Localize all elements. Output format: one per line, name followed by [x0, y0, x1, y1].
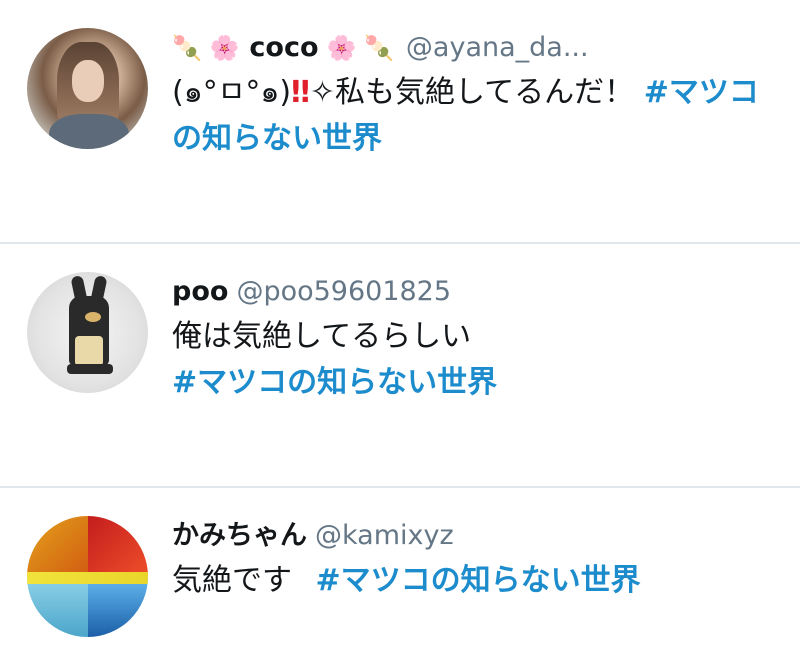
tweet-content: 🍡 🌸 coco 🌸 🍡 @ayana_da... (๑°ㅁ°๑)‼✧私も気絶し… [172, 28, 780, 162]
tweet-item[interactable]: poo @poo59601825 俺は気絶してるらしい #マツコの知らない世界 [0, 244, 800, 487]
tweet-header: poo @poo59601825 [172, 272, 780, 312]
user-handle[interactable]: @poo59601825 [236, 272, 451, 312]
hashtag-link[interactable]: #マツコの知らない世界 [316, 563, 641, 598]
avatar[interactable] [27, 272, 148, 393]
tweet-text-body: 俺は気絶してるらしい [172, 319, 472, 354]
tweet-item[interactable]: かみちゃん @kamixyz 気絶です #マツコの知らない世界 [0, 488, 800, 669]
tweet-text: (๑°ㅁ°๑)‼✧私も気絶してるんだ！ #マツコの知らない世界 [172, 70, 780, 162]
tweet-content: かみちゃん @kamixyz 気絶です #マツコの知らない世界 [172, 516, 780, 604]
name-suffix-emoji: 🌸 🍡 [326, 34, 394, 62]
tweet-text-body: 気絶です [172, 563, 302, 598]
display-name[interactable]: coco [249, 28, 318, 68]
tweet-item[interactable]: 🍡 🌸 coco 🌸 🍡 @ayana_da... (๑°ㅁ°๑)‼✧私も気絶し… [0, 0, 800, 243]
tweet-header: かみちゃん @kamixyz [172, 516, 780, 556]
display-name[interactable]: poo [172, 272, 228, 312]
display-name[interactable]: かみちゃん [172, 516, 307, 556]
hashtag-link[interactable]: #マツコの知らない世界 [172, 360, 780, 406]
tweet-content: poo @poo59601825 俺は気絶してるらしい #マツコの知らない世界 [172, 272, 780, 406]
name-prefix-emoji: 🍡 🌸 [172, 34, 240, 62]
tweet-text-bang: ‼ [291, 75, 310, 110]
avatar[interactable] [27, 28, 148, 149]
user-handle[interactable]: @kamixyz [315, 516, 454, 556]
tweet-header: 🍡 🌸 coco 🌸 🍡 @ayana_da... [172, 28, 780, 68]
tweet-text-part: ✧私も気絶してるんだ！ [309, 75, 644, 110]
tweet-text: 気絶です #マツコの知らない世界 [172, 558, 780, 604]
avatar[interactable] [27, 516, 148, 637]
tweet-text-part: (๑°ㅁ°๑) [172, 75, 292, 110]
tweet-text: 俺は気絶してるらしい #マツコの知らない世界 [172, 314, 780, 406]
user-handle[interactable]: @ayana_da... [406, 28, 589, 68]
